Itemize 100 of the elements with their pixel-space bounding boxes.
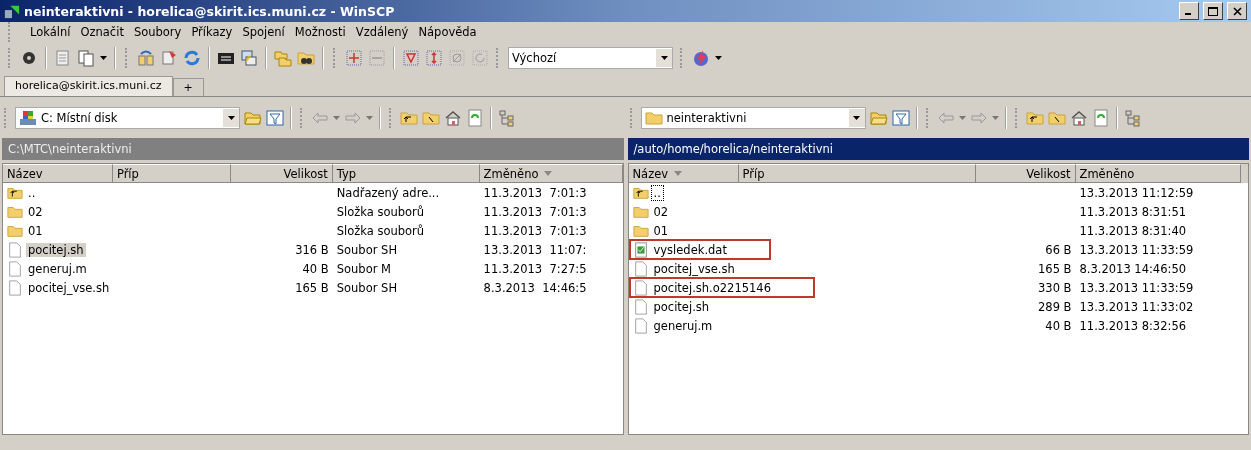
menu-item[interactable]: Soubory [128,25,187,39]
dropdown-arrow-icon[interactable] [227,116,235,120]
file-icon [632,317,649,334]
file-type: Soubor M [336,261,391,276]
select-icon[interactable] [345,49,363,67]
file-name[interactable]: 01 [26,223,45,238]
column-header[interactable]: Příp [112,164,231,183]
filter-icon[interactable] [402,49,420,67]
file-type: Složka souborů [336,204,425,219]
file-name[interactable]: pocitej_vse.sh [651,261,737,276]
binoculars-icon[interactable] [297,49,315,67]
column-header[interactable]: Velikost [230,164,333,183]
modified-date: 11.3.2013 8:31:40 [1079,223,1186,238]
column-header[interactable]: Změněno [1075,164,1241,183]
menu-item[interactable]: Nápověda [413,25,482,39]
parent-directory-icon[interactable] [1025,109,1044,127]
modified-date: 8.3.2013 14:46:5 [483,280,587,295]
column-header[interactable]: Příp [738,164,976,183]
modified-date: 8.3.2013 14:46:50 [1079,261,1186,276]
path-bar: /auto/home/horelica/neinteraktivni [627,138,1249,160]
filter-icon[interactable] [891,109,910,127]
modified-date: 13.3.2013 11:33:02 [1079,299,1194,314]
menu-item[interactable]: Lokální [25,25,76,39]
file-name[interactable]: 01 [651,223,671,238]
modified-date: 11.3.2013 8:31:51 [1079,204,1186,219]
modified-date: 11.3.2013 8:32:56 [1079,318,1186,333]
sort-arrow-icon [544,171,553,176]
tree-icon[interactable] [498,109,516,127]
column-header[interactable]: Název [628,164,739,183]
file-icon [632,279,649,296]
tab[interactable]: horelica@skirit.ics.muni.cz [4,76,173,96]
file-size: 165 B [295,280,329,295]
folders-icon[interactable] [274,49,292,67]
file-size: 330 B [1038,280,1072,295]
column-header[interactable]: Změněno [479,164,623,183]
file-name[interactable]: pocitej.sh.o2215146 [651,280,773,295]
globe-icon[interactable] [692,49,710,67]
file-name[interactable]: 02 [651,204,671,219]
file-size: 40 B [1045,318,1072,333]
file-icon [7,241,23,258]
refresh-icon[interactable] [466,109,484,127]
open-folder-icon[interactable] [244,109,262,127]
modified-date: 11.3.2013 7:01:3 [483,204,587,219]
menu-item[interactable]: Vzdálený [350,25,414,39]
file-size: 66 B [1045,242,1072,257]
file-icon [632,298,649,315]
minimize-button[interactable] [1179,2,1199,20]
modified-date: 13.3.2013 11:33:59 [1079,242,1194,257]
compare-icon[interactable] [137,49,155,67]
menu-item[interactable]: Označit [75,25,129,39]
home-icon[interactable] [444,109,462,127]
modified-date: 11.3.2013 7:27:5 [483,261,587,276]
column-header[interactable]: Velikost [975,164,1076,183]
file-name[interactable]: pocitej.sh [26,242,86,257]
file-size: 316 B [295,242,329,257]
refresh-icon[interactable] [1091,109,1110,127]
file-name[interactable]: .. [651,185,663,200]
modified-date: 13.3.2013 11:12:59 [1079,185,1194,200]
sort-arrow-icon [674,171,683,176]
dropdown-arrow-icon[interactable] [660,56,668,60]
parent-directory-icon[interactable] [400,109,418,127]
invert-selection-icon[interactable] [425,49,443,67]
copy-icon[interactable] [77,49,95,67]
refresh-icon[interactable] [183,49,201,67]
dropdown-arrow-icon[interactable] [715,56,722,60]
menu-item[interactable]: Příkazy [186,25,238,39]
home-icon[interactable] [1069,109,1088,127]
location-dropdown[interactable]: C: Místní disk [15,107,240,129]
file-name[interactable]: vysledek.dat [651,242,729,257]
preset-dropdown[interactable]: Výchozí [508,47,673,69]
document-icon[interactable] [54,49,72,67]
maximize-icon [1208,6,1218,16]
menu-item[interactable]: Spojení [237,25,290,39]
file-type: Složka souborů [336,223,425,238]
maximize-button[interactable] [1203,2,1223,20]
dropdown-arrow-icon[interactable] [853,116,860,120]
file-name[interactable]: generuj.m [651,318,715,333]
window-title: neinteraktivni - horelica@skirit.ics.muni.cz - WinSCP [24,3,396,19]
clear-icon[interactable] [448,49,466,67]
file-type: Nadřazený adre... [336,185,440,200]
column-header[interactable]: Název [3,164,113,183]
path-bar: C:\MTC\neinteraktivni [2,138,624,160]
file-name[interactable]: pocitej.sh [651,299,712,314]
filter-icon[interactable] [266,109,284,127]
close-button[interactable] [1227,2,1247,20]
location-dropdown[interactable]: neinteraktivni [640,107,866,129]
settings-icon[interactable] [20,49,38,67]
tab[interactable]: + [172,78,204,96]
file-name[interactable]: .. [26,185,38,200]
column-header[interactable]: Typ [332,164,480,183]
modified-date: 11.3.2013 7:01:3 [483,223,587,238]
file-name[interactable]: 02 [26,204,45,219]
open-folder-icon[interactable] [869,109,888,127]
tree-icon[interactable] [1123,109,1142,127]
modified-date: 13.3.2013 11:07: [483,242,587,257]
modified-date: 13.3.2013 11:33:59 [1079,280,1194,295]
file-name[interactable]: generuj.m [26,261,89,276]
file-name[interactable]: pocitej_vse.sh [26,280,112,295]
dropdown-arrow-icon[interactable] [100,56,107,60]
menu-item[interactable]: Možnosti [289,25,351,39]
